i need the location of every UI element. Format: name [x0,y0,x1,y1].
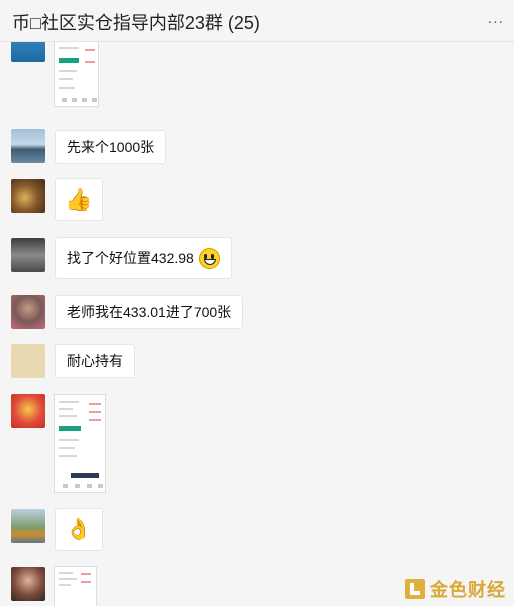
avatar[interactable] [11,295,45,329]
avatar[interactable] [11,394,45,428]
emoji-message[interactable]: 👌 [55,508,103,551]
avatar[interactable] [11,509,45,543]
group-title: 币□社区实仓指导内部23群 (25) [12,13,260,33]
avatar[interactable] [11,238,45,272]
chat-header: 币□社区实仓指导内部23群 (25) ... [0,0,514,42]
image-message[interactable] [54,42,99,107]
message-text: 找了个好位置432.98 [67,250,194,266]
message-list[interactable]: 先来个1000张 👍 找了个好位置432.98 老师我在433.01进了700张… [0,42,514,606]
more-options-icon[interactable]: ... [488,11,504,27]
ok-hand-icon: 👌 [65,517,93,541]
text-message[interactable]: 耐心持有 [55,344,135,378]
text-message[interactable]: 老师我在433.01进了700张 [55,295,244,329]
avatar[interactable] [11,344,45,378]
image-message[interactable] [54,566,97,606]
avatar[interactable] [11,179,45,213]
message-text: 先来个1000张 [67,139,155,155]
watermark: 金色财经 [405,576,506,602]
text-message[interactable]: 找了个好位置432.98 [55,237,232,279]
text-message[interactable]: 先来个1000张 [55,130,167,164]
avatar[interactable] [11,42,45,62]
message-text: 老师我在433.01进了700张 [67,304,232,320]
image-message[interactable] [54,394,106,493]
avatar[interactable] [11,567,45,601]
watermark-text: 金色财经 [430,580,506,600]
message-text: 耐心持有 [67,353,123,369]
avatar[interactable] [11,129,45,163]
thumbs-up-icon: 👍 [65,186,93,212]
smiling-face-icon [198,247,220,269]
emoji-message[interactable]: 👍 [55,178,103,221]
jinse-logo-icon [405,579,425,599]
